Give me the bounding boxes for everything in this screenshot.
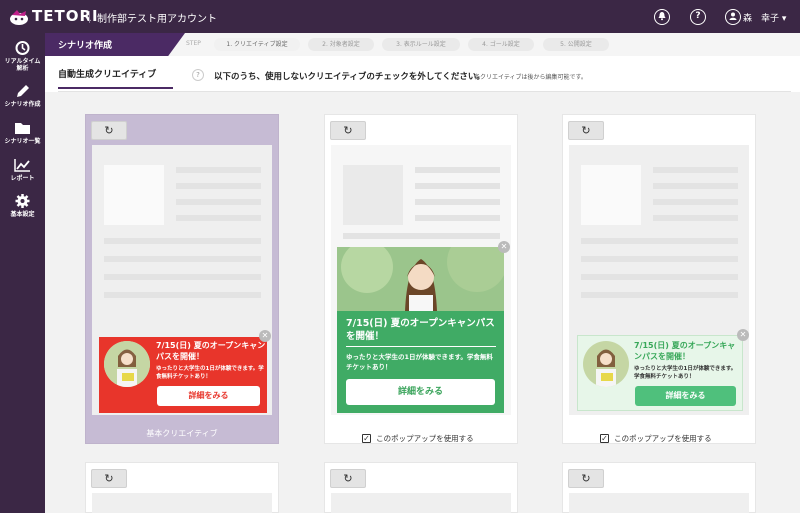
details-button[interactable]: 詳細をみる [157,386,260,406]
mockup-line [104,256,261,262]
mockup-line [581,238,738,244]
bell-icon[interactable] [654,9,670,25]
mockup-image [104,165,164,225]
pencil-icon [17,85,29,97]
sidebar-item-label: 基本設定 [10,211,35,218]
user-name: 森 幸子 [743,14,780,24]
popup-body: ゆったりと大学生の1日が体験できます。学食無料チケットあり！ [156,366,264,380]
mockup-line [653,215,738,221]
tetori-logo-icon [10,10,28,25]
help-icon[interactable]: ? [192,69,204,81]
mockup-line [176,183,261,189]
instruction-text: 以下のうち、使用しないクリエイティブのチェックを外してください。 [214,72,485,82]
step-5[interactable]: 5. 公開設定 [543,38,609,51]
page-title: シナリオ作成 [58,41,113,51]
mockup-line [104,238,261,244]
popup-body: ゆったりと大学生の1日が体験できます。学食無料チケットあり！ [346,353,493,371]
refresh-icon[interactable]: ↻ [568,469,604,488]
mockup-line [653,183,738,189]
popup-photo [337,247,504,311]
mockup-line [176,199,261,205]
tab-underline [58,87,173,89]
sidebar-item-label: リアルタイム 解析 [4,58,41,72]
mockup-line [653,199,738,205]
sidebar-item-label: シナリオ作成 [4,101,41,108]
mockup-line [653,167,738,173]
chart-line-icon [14,159,30,172]
mockup-image [581,165,641,225]
header-divider [89,11,90,23]
mockup-line [415,167,500,173]
refresh-icon[interactable]: ↻ [330,469,366,488]
checkbox-checked-icon[interactable]: ✓ [362,434,371,443]
mockup-line [415,183,500,189]
checkbox-label: このポップアップを使用する [376,434,474,443]
checkbox-label: このポップアップを使用する [614,434,712,443]
mockup-line [343,233,500,239]
sidebar-item-scenario-create[interactable]: シナリオ作成 [0,83,45,108]
site-mockup [569,493,749,513]
refresh-icon[interactable]: ↻ [91,469,127,488]
mockup-line [581,292,738,298]
mockup-line [581,274,738,280]
mockup-line [415,199,500,205]
account-name: 制作部テスト用アカウント [97,14,217,25]
mockup-line [581,256,738,262]
chevron-down-icon: ▾ [781,14,787,24]
mockup-line [176,215,261,221]
popup-title: 7/15(日) 夏のオープンキャンパスを開催！ [346,318,495,342]
popup-body: ゆったりと大学生の1日が体験できます。学食無料チケットあり！ [634,366,737,380]
use-popup-checkbox[interactable]: ✓ このポップアップを使用する [600,428,712,447]
sidebar-item-scenario-list[interactable]: シナリオ一覧 [0,120,45,145]
mockup-image [343,165,403,225]
folder-icon [15,123,30,134]
close-icon[interactable]: ✕ [737,329,749,341]
realtime-icon [15,41,30,55]
card-label: 基本クリエイティブ [146,429,218,438]
popup-title: 7/15(日) 夏のオープンキャンパスを開催！ [156,341,266,361]
checkbox-checked-icon[interactable]: ✓ [600,434,609,443]
use-popup-checkbox[interactable]: ✓ このポップアップを使用する [362,428,474,447]
mockup-line [176,167,261,173]
instruction-subtext: 各クリエイティブは後から編集可能です。 [474,74,587,81]
mockup-line [104,292,261,298]
popup-photo [583,341,629,387]
sidebar-item-label: レポート [10,175,35,182]
refresh-icon[interactable]: ↻ [568,121,604,140]
tab-auto-creative[interactable]: 自動生成クリエイティブ [58,67,156,80]
refresh-icon[interactable]: ↻ [91,121,127,140]
close-icon[interactable]: ✕ [498,241,510,253]
mockup-line [104,274,261,280]
divider [346,346,496,347]
user-menu[interactable]: 森 幸子 ▾ [743,11,786,24]
gear-icon [15,194,30,208]
popup-photo [104,341,150,387]
sidebar-item-report[interactable]: レポート [0,157,45,182]
sidebar-item-realtime[interactable]: リアルタイム 解析 [0,40,45,72]
close-icon[interactable]: ✕ [259,330,271,342]
sidebar-item-label: シナリオ一覧 [4,138,41,145]
sidebar-item-settings[interactable]: 基本設定 [0,193,45,218]
help-icon[interactable]: ? [690,9,706,25]
step-1[interactable]: 1. クリエイティブ設定 [214,38,300,51]
step-label: STEP [186,40,201,47]
site-mockup [92,493,272,513]
user-avatar-icon[interactable] [725,9,741,25]
site-mockup [331,493,511,513]
details-button[interactable]: 詳細をみる [635,386,736,406]
popup-title: 7/15(日) 夏のオープンキャンパスを開催！ [634,341,736,361]
refresh-icon[interactable]: ↻ [330,121,366,140]
details-button[interactable]: 詳細をみる [346,379,495,405]
step-2[interactable]: 2. 対象者設定 [308,38,374,51]
step-4[interactable]: 4. ゴール設定 [468,38,534,51]
mockup-line [415,215,500,221]
step-3[interactable]: 3. 表示ルール設定 [382,38,460,51]
